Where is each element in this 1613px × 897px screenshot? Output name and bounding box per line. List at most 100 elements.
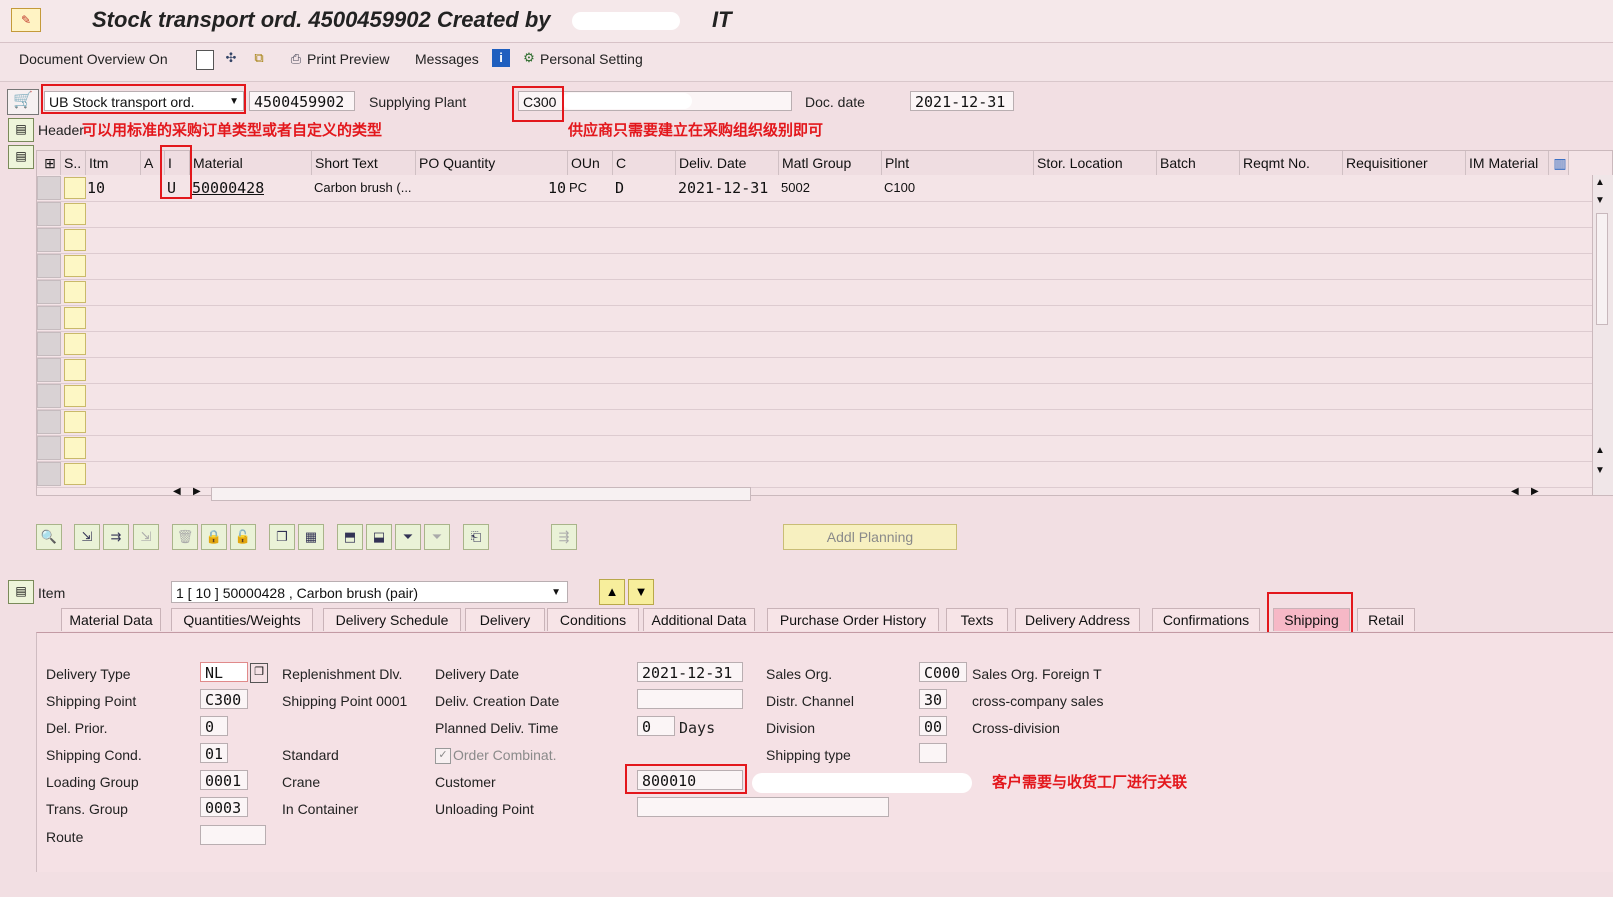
table-row[interactable] — [37, 279, 1592, 306]
checkbox-icon[interactable]: ✓ — [435, 748, 451, 764]
col-header-reqmt-no[interactable]: Reqmt No. — [1240, 151, 1343, 175]
row-selector[interactable] — [37, 358, 61, 382]
row-selector[interactable] — [37, 202, 61, 226]
row-status-cell[interactable] — [64, 359, 86, 381]
cell-matl-group[interactable]: 5002 — [781, 175, 810, 201]
del-prior-field[interactable]: 0 — [200, 716, 228, 736]
col-header-itm[interactable]: Itm — [86, 151, 141, 175]
shipping-point-field[interactable]: C300 — [200, 689, 248, 709]
scroll-left-end-icon[interactable]: ◀ — [1511, 486, 1519, 497]
tab-delivery[interactable]: Delivery — [465, 608, 545, 631]
tab-confirmations[interactable]: Confirmations — [1152, 608, 1260, 631]
col-header-material[interactable]: Material — [190, 151, 312, 175]
row-status-cell[interactable] — [64, 255, 86, 277]
cell-short-text[interactable]: Carbon brush (... — [314, 175, 414, 201]
row-selector[interactable] — [37, 280, 61, 304]
po-number-field[interactable]: 4500459902 — [249, 91, 355, 111]
row-status-cell[interactable] — [64, 281, 86, 303]
delivery-type-field[interactable]: NL — [200, 662, 248, 682]
cell-c[interactable]: D — [615, 175, 624, 201]
table-row[interactable] — [37, 305, 1592, 332]
scroll-right-end-icon[interactable]: ▶ — [1531, 486, 1539, 497]
table-row[interactable] — [37, 409, 1592, 436]
details-button[interactable]: 🔍 — [36, 524, 62, 550]
previous-item-button[interactable]: ▲ — [599, 579, 625, 605]
col-header-deliv-date[interactable]: Deliv. Date — [676, 151, 779, 175]
table-row[interactable] — [37, 253, 1592, 280]
table-row[interactable] — [37, 357, 1592, 384]
distr-channel-field[interactable]: 30 — [919, 689, 947, 709]
unloading-point-field[interactable] — [637, 797, 889, 817]
col-header-status[interactable]: S.. — [61, 151, 86, 175]
scroll-left-icon[interactable]: ◀ — [173, 486, 181, 497]
personal-setting-button[interactable]: Personal Setting — [540, 51, 643, 67]
row-selector[interactable] — [37, 176, 61, 200]
col-header-short-text[interactable]: Short Text — [312, 151, 416, 175]
shipping-cond-field[interactable]: 01 — [200, 743, 228, 763]
col-header-im-material[interactable]: IM Material — [1466, 151, 1549, 175]
row-status-cell[interactable] — [64, 307, 86, 329]
table-row[interactable] — [37, 461, 1592, 488]
filter-button[interactable]: ⏷ — [395, 524, 421, 550]
other-document-icon[interactable]: ✣ — [221, 49, 241, 67]
next-item-button[interactable]: ▼ — [628, 579, 654, 605]
row-status-cell[interactable] — [64, 437, 86, 459]
row-selector[interactable] — [37, 384, 61, 408]
loading-group-field[interactable]: 0001 — [200, 770, 248, 790]
personal-setting-icon[interactable]: ⚙ — [519, 49, 539, 67]
addl-planning-button[interactable]: Addl Planning — [783, 524, 957, 550]
row-status-cell[interactable] — [64, 463, 86, 485]
scroll-up-icon[interactable]: ▲ — [1595, 177, 1605, 188]
row-status-cell[interactable] — [64, 385, 86, 407]
tab-conditions[interactable]: Conditions — [547, 608, 639, 631]
sort-descending-button[interactable]: ⬓ — [366, 524, 392, 550]
cell-oun[interactable]: PC — [569, 175, 587, 201]
row-selector[interactable] — [37, 462, 61, 486]
tab-purchase-order-history[interactable]: Purchase Order History — [767, 608, 939, 631]
col-header-stor-location[interactable]: Stor. Location — [1034, 151, 1157, 175]
insert-line-button[interactable]: ⇲ — [133, 524, 159, 550]
planning-icon-button[interactable]: ⇶ — [551, 524, 577, 550]
scroll-right-icon[interactable]: ▶ — [193, 486, 201, 497]
item-collapse-icon[interactable]: ▤ — [8, 580, 34, 604]
row-status-cell[interactable] — [64, 203, 86, 225]
table-row[interactable] — [37, 331, 1592, 358]
tab-texts[interactable]: Texts — [946, 608, 1008, 631]
horizontal-scrollbar[interactable] — [211, 487, 751, 501]
table-row[interactable] — [37, 201, 1592, 228]
row-status-cell[interactable] — [64, 229, 86, 251]
cell-po-quantity[interactable]: 10 — [416, 175, 566, 201]
sort-ascending-button[interactable]: ⬒ — [337, 524, 363, 550]
row-selector[interactable] — [37, 228, 61, 252]
scroll-page-up-icon[interactable]: ▲ — [1595, 445, 1605, 456]
row-status-cell[interactable] — [64, 411, 86, 433]
info-icon[interactable]: i — [492, 49, 510, 67]
col-header-requisitioner[interactable]: Requisitioner — [1343, 151, 1466, 175]
row-selector[interactable] — [37, 332, 61, 356]
copy-line-button[interactable]: ⇉ — [103, 524, 129, 550]
row-status-cell[interactable] — [64, 177, 86, 199]
sales-org-field[interactable]: C000 — [919, 662, 967, 682]
row-status-cell[interactable] — [64, 333, 86, 355]
table-settings-icon[interactable]: ⊞ — [37, 151, 61, 175]
table-row[interactable] — [37, 227, 1592, 254]
table-row[interactable] — [37, 435, 1592, 462]
tab-quantities-weights[interactable]: Quantities/Weights — [171, 608, 313, 631]
document-overview-button[interactable]: Document Overview On — [19, 51, 168, 67]
table-row[interactable] — [37, 383, 1592, 410]
copy-icon[interactable]: ❐ — [250, 663, 268, 683]
lock-button[interactable]: 🔒 — [201, 524, 227, 550]
col-header-c[interactable]: C — [613, 151, 676, 175]
row-selector[interactable] — [37, 410, 61, 434]
tab-additional-data[interactable]: Additional Data — [643, 608, 755, 631]
deselect-all-button[interactable]: ▦ — [298, 524, 324, 550]
delivery-date-field[interactable]: 2021-12-31 — [637, 662, 743, 682]
col-header-matl-group[interactable]: Matl Group — [779, 151, 882, 175]
delete-filter-button[interactable]: ⏷ — [424, 524, 450, 550]
add-line-button[interactable]: ⇲ — [74, 524, 100, 550]
division-field[interactable]: 00 — [919, 716, 947, 736]
scroll-page-down-icon[interactable]: ▼ — [1595, 465, 1605, 476]
shipping-type-field[interactable] — [919, 743, 947, 763]
col-header-oun[interactable]: OUn — [568, 151, 613, 175]
scroll-down-icon[interactable]: ▼ — [1595, 195, 1605, 206]
